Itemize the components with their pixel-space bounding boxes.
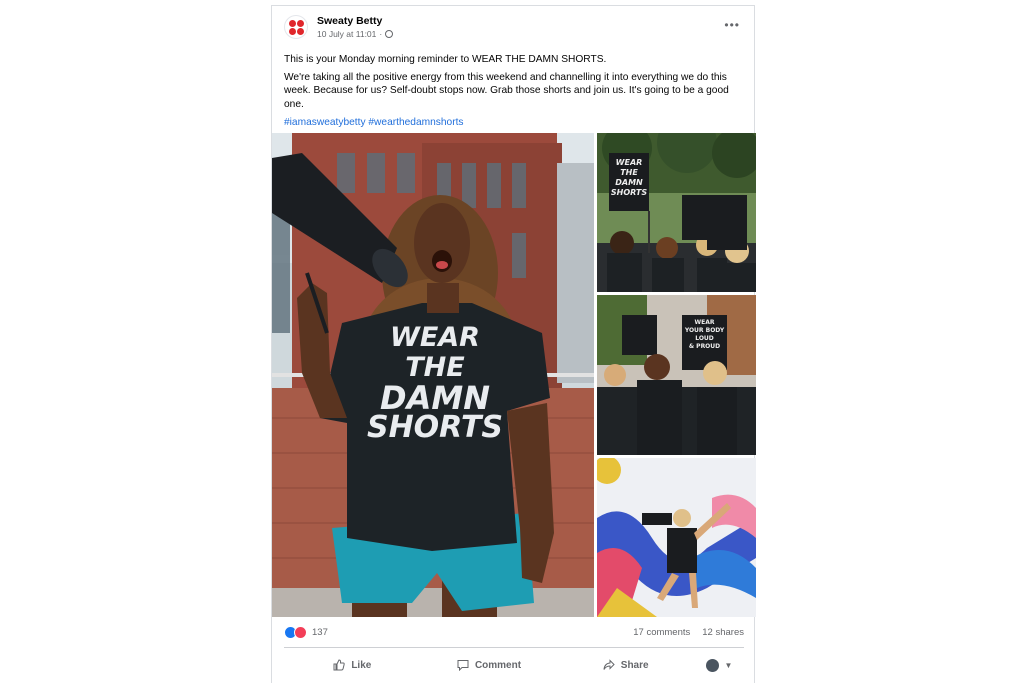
sign-line: DAMN <box>615 178 643 187</box>
sign-text: WEAR YOUR BODY LOUD & PROUD <box>684 319 725 351</box>
comment-label: Comment <box>474 659 522 671</box>
meta-separator: · <box>379 29 383 39</box>
action-bar: Like Comment Share ▼ <box>284 651 744 679</box>
comment-button[interactable]: Comment <box>421 651 558 679</box>
sign-line: WEAR <box>694 319 715 326</box>
group-photo-illustration <box>597 295 756 455</box>
reaction-summary[interactable]: 137 <box>284 626 328 639</box>
page-avatar-icon <box>705 658 719 672</box>
side-photo-mural[interactable] <box>597 458 756 617</box>
post-meta: 10 July at 11:01 · <box>317 29 394 39</box>
post-paragraph: We're taking all the positive energy fro… <box>284 72 729 110</box>
post-header: Sweaty Betty 10 July at 11:01 · ••• <box>272 6 754 48</box>
post-stats: 137 17 comments 12 shares <box>284 626 744 642</box>
more-horizontal-icon[interactable]: ••• <box>724 18 740 32</box>
shirt-print: WEAR THE DAMN SHORTS <box>360 323 510 443</box>
comment-icon <box>457 660 469 671</box>
love-reaction-icon <box>294 626 307 639</box>
like-label: Like <box>351 659 372 671</box>
engagement-counts: 17 comments 12 shares <box>633 627 744 638</box>
shirt-line: SHORTS <box>366 410 504 445</box>
page-avatar[interactable] <box>284 15 308 39</box>
post-card: Sweaty Betty 10 July at 11:01 · ••• This… <box>271 5 756 683</box>
sign-line: THE <box>620 168 638 177</box>
divider <box>284 647 744 648</box>
post-date[interactable]: 10 July at 11:01 <box>317 29 376 39</box>
sign-line: YOUR BODY <box>684 327 725 334</box>
share-label: Share <box>620 659 649 671</box>
share-button[interactable]: Share <box>557 651 694 679</box>
post-text: This is your Monday morning reminder to … <box>284 53 746 134</box>
side-photo-group[interactable]: WEAR YOUR BODY LOUD & PROUD <box>597 295 756 455</box>
shirt-line: DAMN <box>380 379 490 417</box>
mural-photo-illustration <box>597 458 756 617</box>
page-name[interactable]: Sweaty Betty <box>317 15 382 27</box>
like-button[interactable]: Like <box>284 651 421 679</box>
sign-text: WEAR THE DAMN SHORTS <box>609 158 649 198</box>
hashtag-link[interactable]: #wearthedamnshorts <box>368 117 463 128</box>
comments-count[interactable]: 17 comments <box>633 627 690 638</box>
main-photo[interactable]: WEAR THE DAMN SHORTS <box>272 133 594 617</box>
shirt-line: WEAR <box>390 322 480 353</box>
side-photo-crowd[interactable]: WEAR THE DAMN SHORTS <box>597 133 756 292</box>
photo-grid: WEAR THE DAMN SHORTS WEAR THE DAMN SHORT… <box>272 133 756 617</box>
hashtags: #iamasweatybetty #wearthedamnshorts <box>284 116 746 129</box>
logo-dot <box>289 20 296 27</box>
sign-line: WEAR <box>615 158 643 167</box>
crowd-photo-illustration <box>597 133 756 292</box>
chevron-down-icon: ▼ <box>724 660 733 670</box>
logo-dot <box>297 20 304 27</box>
reaction-count: 137 <box>312 627 328 638</box>
sign-line: SHORTS <box>610 188 648 197</box>
page-selector[interactable]: ▼ <box>694 651 744 679</box>
post-paragraph: This is your Monday morning reminder to … <box>284 54 607 65</box>
thumbs-up-icon <box>333 659 345 671</box>
logo-dot <box>297 28 304 35</box>
sign-line: & PROUD <box>688 343 721 350</box>
globe-icon <box>385 30 394 38</box>
sign-line: LOUD <box>695 335 714 342</box>
hashtag-link[interactable]: #iamasweatybetty <box>284 117 366 128</box>
share-icon <box>603 659 615 670</box>
shares-count[interactable]: 12 shares <box>702 627 744 638</box>
logo-dot <box>289 28 296 35</box>
